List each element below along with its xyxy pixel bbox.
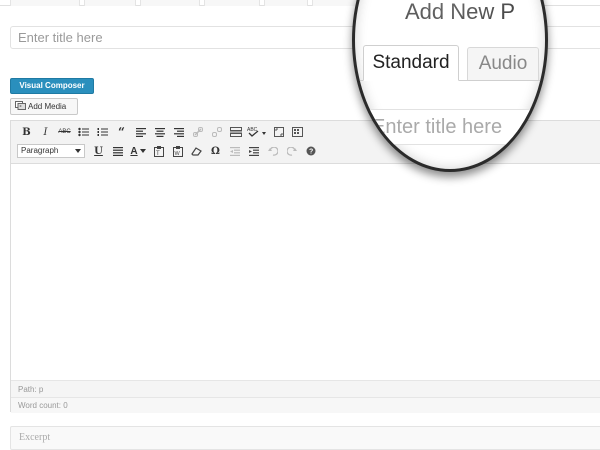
align-center-button[interactable] — [150, 124, 169, 140]
top-tab[interactable] — [10, 0, 80, 6]
fullscreen-icon — [273, 127, 284, 137]
add-media-label: Add Media — [28, 102, 67, 111]
spellcheck-icon: ABC — [247, 127, 266, 137]
paste-text-icon: T — [153, 145, 164, 157]
fullscreen-button[interactable] — [269, 124, 288, 140]
align-left-icon — [135, 127, 146, 137]
redo-button[interactable] — [282, 143, 301, 159]
tab-audio[interactable]: Audio — [467, 47, 539, 80]
toolbar-toggle-button[interactable] — [288, 124, 307, 140]
eraser-icon — [191, 147, 202, 156]
text-color-button[interactable]: A — [127, 143, 149, 159]
insert-link-button[interactable] — [188, 124, 207, 140]
top-tab[interactable] — [264, 0, 308, 6]
format-select-value: Paragraph — [21, 146, 59, 155]
chevron-down-icon — [139, 149, 146, 153]
redo-icon — [286, 146, 297, 156]
blockquote-icon: “ — [118, 125, 125, 139]
clear-formatting-button[interactable] — [187, 143, 206, 159]
numbered-list-button[interactable] — [93, 124, 112, 140]
svg-text:?: ? — [309, 149, 313, 156]
justify-icon — [112, 146, 123, 156]
outdent-button[interactable] — [225, 143, 244, 159]
add-media-button[interactable]: Add Media — [10, 98, 78, 115]
bullet-list-icon — [78, 127, 89, 137]
bullet-list-button[interactable] — [74, 124, 93, 140]
numbered-list-icon — [97, 128, 108, 136]
remove-link-button[interactable] — [207, 124, 226, 140]
kitchen-sink-icon — [292, 127, 303, 137]
tab-standard[interactable]: Standard — [363, 45, 459, 81]
align-right-button[interactable] — [169, 124, 188, 140]
help-button[interactable]: ? — [301, 143, 320, 159]
word-count: Word count: 0 — [11, 397, 600, 413]
top-tab[interactable] — [84, 0, 136, 6]
chevron-down-icon — [75, 149, 81, 153]
help-icon: ? — [306, 146, 315, 156]
undo-icon — [267, 146, 278, 156]
magnified-title-input[interactable]: Enter title here — [363, 109, 545, 145]
text-color-label: A — [130, 145, 138, 157]
underline-button[interactable]: U — [89, 143, 108, 159]
toolbar-row-1: B I ABC “ ABC — [17, 123, 307, 141]
paste-as-text-button[interactable]: T — [149, 143, 168, 159]
align-center-icon — [154, 127, 165, 137]
strikethrough-button[interactable]: ABC — [55, 124, 74, 140]
outdent-icon — [229, 146, 240, 156]
visual-composer-button[interactable]: Visual Composer — [10, 78, 94, 94]
unlink-icon — [211, 127, 222, 137]
editor-text-area[interactable] — [11, 164, 600, 380]
svg-text:W: W — [174, 151, 180, 157]
justify-button[interactable] — [108, 143, 127, 159]
excerpt-field[interactable]: Excerpt — [10, 426, 600, 450]
svg-text:T: T — [156, 151, 160, 157]
top-tab[interactable] — [204, 0, 260, 6]
italic-button[interactable]: I — [36, 124, 55, 140]
insert-more-button[interactable] — [226, 124, 245, 140]
magnified-page-heading: Add New P — [405, 0, 516, 24]
magnifier-lens: Add New P Standard Audio Enter title her… — [352, 0, 548, 172]
paste-word-icon: W — [172, 145, 183, 157]
insert-more-icon — [229, 127, 242, 137]
link-icon — [192, 127, 203, 137]
spellcheck-button[interactable]: ABC — [245, 124, 269, 140]
blockquote-button[interactable]: “ — [112, 124, 131, 140]
add-media-icon — [15, 100, 26, 110]
bold-button[interactable]: B — [17, 124, 36, 140]
format-select[interactable]: Paragraph — [17, 144, 85, 158]
special-character-button[interactable]: Ω — [206, 143, 225, 159]
toolbar-row-2: Paragraph U A T W Ω ? — [17, 142, 320, 160]
magnified-view: Add New P Standard Audio Enter title her… — [355, 0, 545, 169]
editor-path-bar: Path: p — [11, 380, 600, 397]
top-tab[interactable] — [140, 0, 200, 6]
indent-icon — [248, 146, 259, 156]
align-left-button[interactable] — [131, 124, 150, 140]
indent-button[interactable] — [244, 143, 263, 159]
undo-button[interactable] — [263, 143, 282, 159]
align-right-icon — [173, 127, 184, 137]
paste-from-word-button[interactable]: W — [168, 143, 187, 159]
